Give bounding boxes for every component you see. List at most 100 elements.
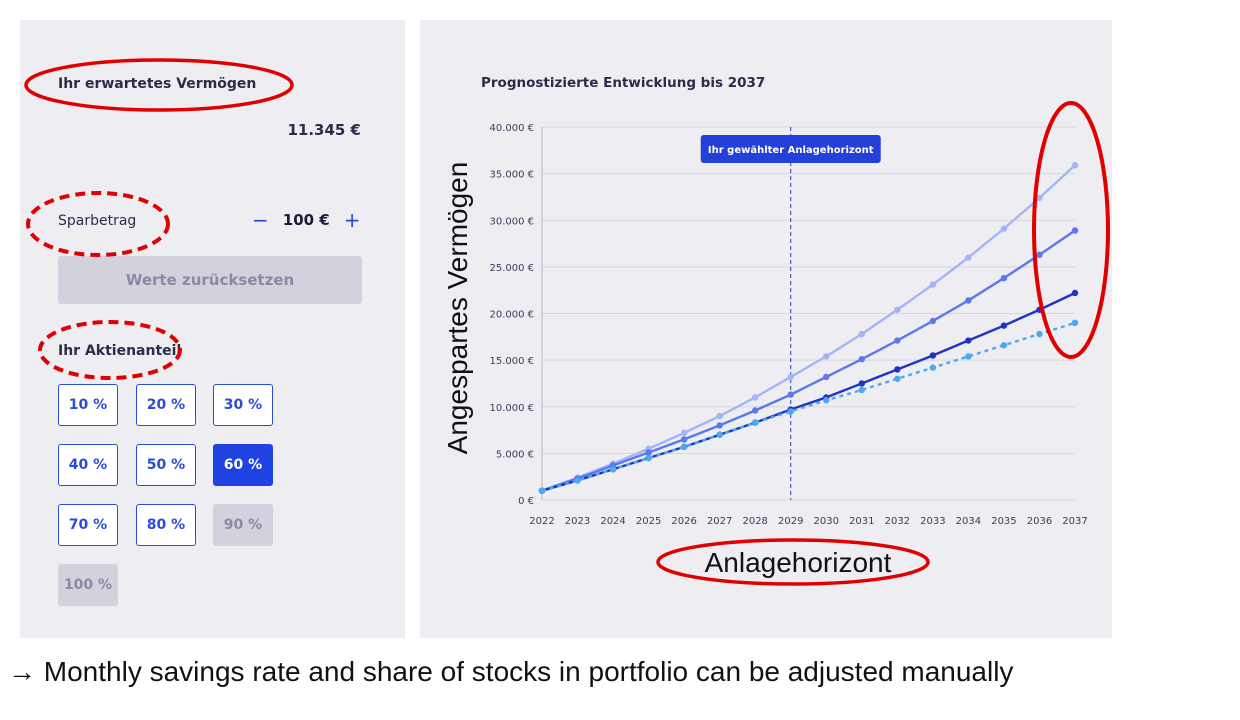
projection-chart-panel: Prognostizierte Entwicklung bis 2037 0 €… (420, 20, 1112, 638)
arrow-icon: → (8, 656, 36, 687)
caption-text: Monthly savings rate and share of stocks… (43, 656, 1014, 687)
data-point (1071, 289, 1079, 297)
data-point (752, 394, 759, 401)
data-point (823, 373, 830, 381)
x-tick-label: 2032 (885, 516, 910, 527)
decrease-savings-button[interactable]: − (252, 208, 269, 232)
savings-settings-panel: Ihr erwartetes Vermögen 11.345 € Sparbet… (20, 20, 405, 638)
data-point (929, 364, 937, 371)
x-tick-label: 2037 (1062, 516, 1087, 527)
data-point (645, 449, 652, 456)
x-tick-label: 2034 (956, 516, 981, 527)
data-point (752, 419, 759, 426)
data-point (1036, 306, 1043, 313)
data-point (929, 317, 937, 325)
y-tick-label: 5.000 € (496, 449, 534, 460)
stock-share-option[interactable]: 70 % (58, 504, 118, 546)
data-point (858, 380, 865, 387)
stock-share-option[interactable]: 60 % (213, 444, 273, 486)
data-point (894, 366, 901, 373)
data-point (929, 352, 937, 359)
data-point (965, 254, 972, 261)
data-point (787, 373, 794, 381)
data-point (716, 412, 723, 420)
y-tick-label: 20.000 € (489, 310, 534, 321)
caption: → Monthly savings rate and share of stoc… (8, 656, 1013, 688)
y-tick-label: 0 € (518, 496, 534, 507)
data-point (823, 353, 830, 360)
reset-values-button[interactable]: Werte zurücksetzen (58, 256, 362, 304)
x-tick-label: 2029 (778, 516, 803, 527)
savings-amount-stepper: − 100 € + (252, 208, 361, 232)
data-point (965, 337, 972, 344)
data-point (894, 375, 901, 382)
data-point (680, 443, 688, 451)
stock-share-option[interactable]: 100 % (58, 564, 118, 606)
y-tick-label: 25.000 € (489, 263, 534, 274)
data-point (1000, 274, 1008, 282)
data-point (1036, 194, 1043, 202)
expected-assets-value: 11.345 € (287, 121, 361, 139)
x-tick-label: 2031 (849, 516, 874, 527)
projection-line-chart: 0 € 5.000 € 10.000 € 15.000 € 20.000 € 25.000… (489, 123, 1087, 527)
savings-amount-value: 100 € (282, 211, 330, 229)
stock-share-option[interactable]: 50 % (136, 444, 196, 486)
data-point (929, 281, 937, 288)
data-point (538, 487, 546, 494)
data-point (858, 330, 865, 338)
data-point (894, 306, 901, 313)
stock-share-option[interactable]: 80 % (136, 504, 196, 546)
y-tick-label: 35.000 € (489, 170, 534, 181)
x-tick-label: 2023 (565, 516, 590, 527)
data-point (823, 397, 830, 404)
x-tick-label: 2028 (742, 516, 767, 527)
increase-savings-button[interactable]: + (344, 208, 361, 232)
data-point (787, 391, 794, 398)
data-point (1071, 227, 1079, 234)
y-tick-label: 15.000 € (489, 356, 534, 367)
data-point (965, 297, 972, 304)
data-point (680, 436, 688, 443)
data-point (716, 422, 723, 429)
data-point (645, 454, 652, 462)
x-tick-label: 2027 (707, 516, 732, 527)
data-point (680, 429, 688, 437)
y-tick-label: 30.000 € (489, 216, 534, 227)
stock-share-option[interactable]: 30 % (213, 384, 273, 426)
y-tick-label: 40.000 € (489, 123, 534, 134)
data-point (1000, 225, 1008, 232)
savings-amount-label: Sparbetrag (58, 213, 137, 229)
expected-assets-label: Ihr erwartetes Vermögen (58, 76, 257, 92)
stock-share-label: Ihr Aktienanteil (58, 343, 182, 359)
data-point (609, 466, 617, 473)
y-tick-label: 10.000 € (489, 403, 534, 414)
data-point (965, 353, 972, 360)
x-tick-label: 2026 (671, 516, 696, 527)
data-point (858, 355, 865, 363)
data-point (894, 337, 901, 344)
x-tick-label: 2035 (991, 516, 1016, 527)
horizon-tooltip-text: Ihr gewählter Anlagehorizont (708, 145, 874, 156)
x-tick-label: 2030 (814, 516, 839, 527)
stock-share-option[interactable]: 40 % (58, 444, 118, 486)
series-line (541, 164, 1076, 492)
stock-share-option[interactable]: 20 % (136, 384, 196, 426)
stock-share-option[interactable]: 10 % (58, 384, 118, 426)
stock-share-option[interactable]: 90 % (213, 504, 273, 546)
x-tick-label: 2025 (636, 516, 661, 527)
data-point (716, 431, 723, 438)
data-point (1036, 251, 1043, 258)
x-tick-label: 2022 (529, 516, 554, 527)
data-point (1036, 330, 1043, 338)
data-point (787, 408, 794, 415)
data-point (1071, 162, 1079, 169)
data-point (752, 407, 759, 414)
x-tick-label: 2033 (920, 516, 945, 527)
x-tick-label: 2036 (1027, 516, 1052, 527)
data-point (858, 386, 865, 394)
data-point (1000, 342, 1008, 349)
data-point (1071, 319, 1079, 327)
data-point (1000, 322, 1008, 329)
x-tick-label: 2024 (600, 516, 625, 527)
data-point (574, 477, 581, 484)
